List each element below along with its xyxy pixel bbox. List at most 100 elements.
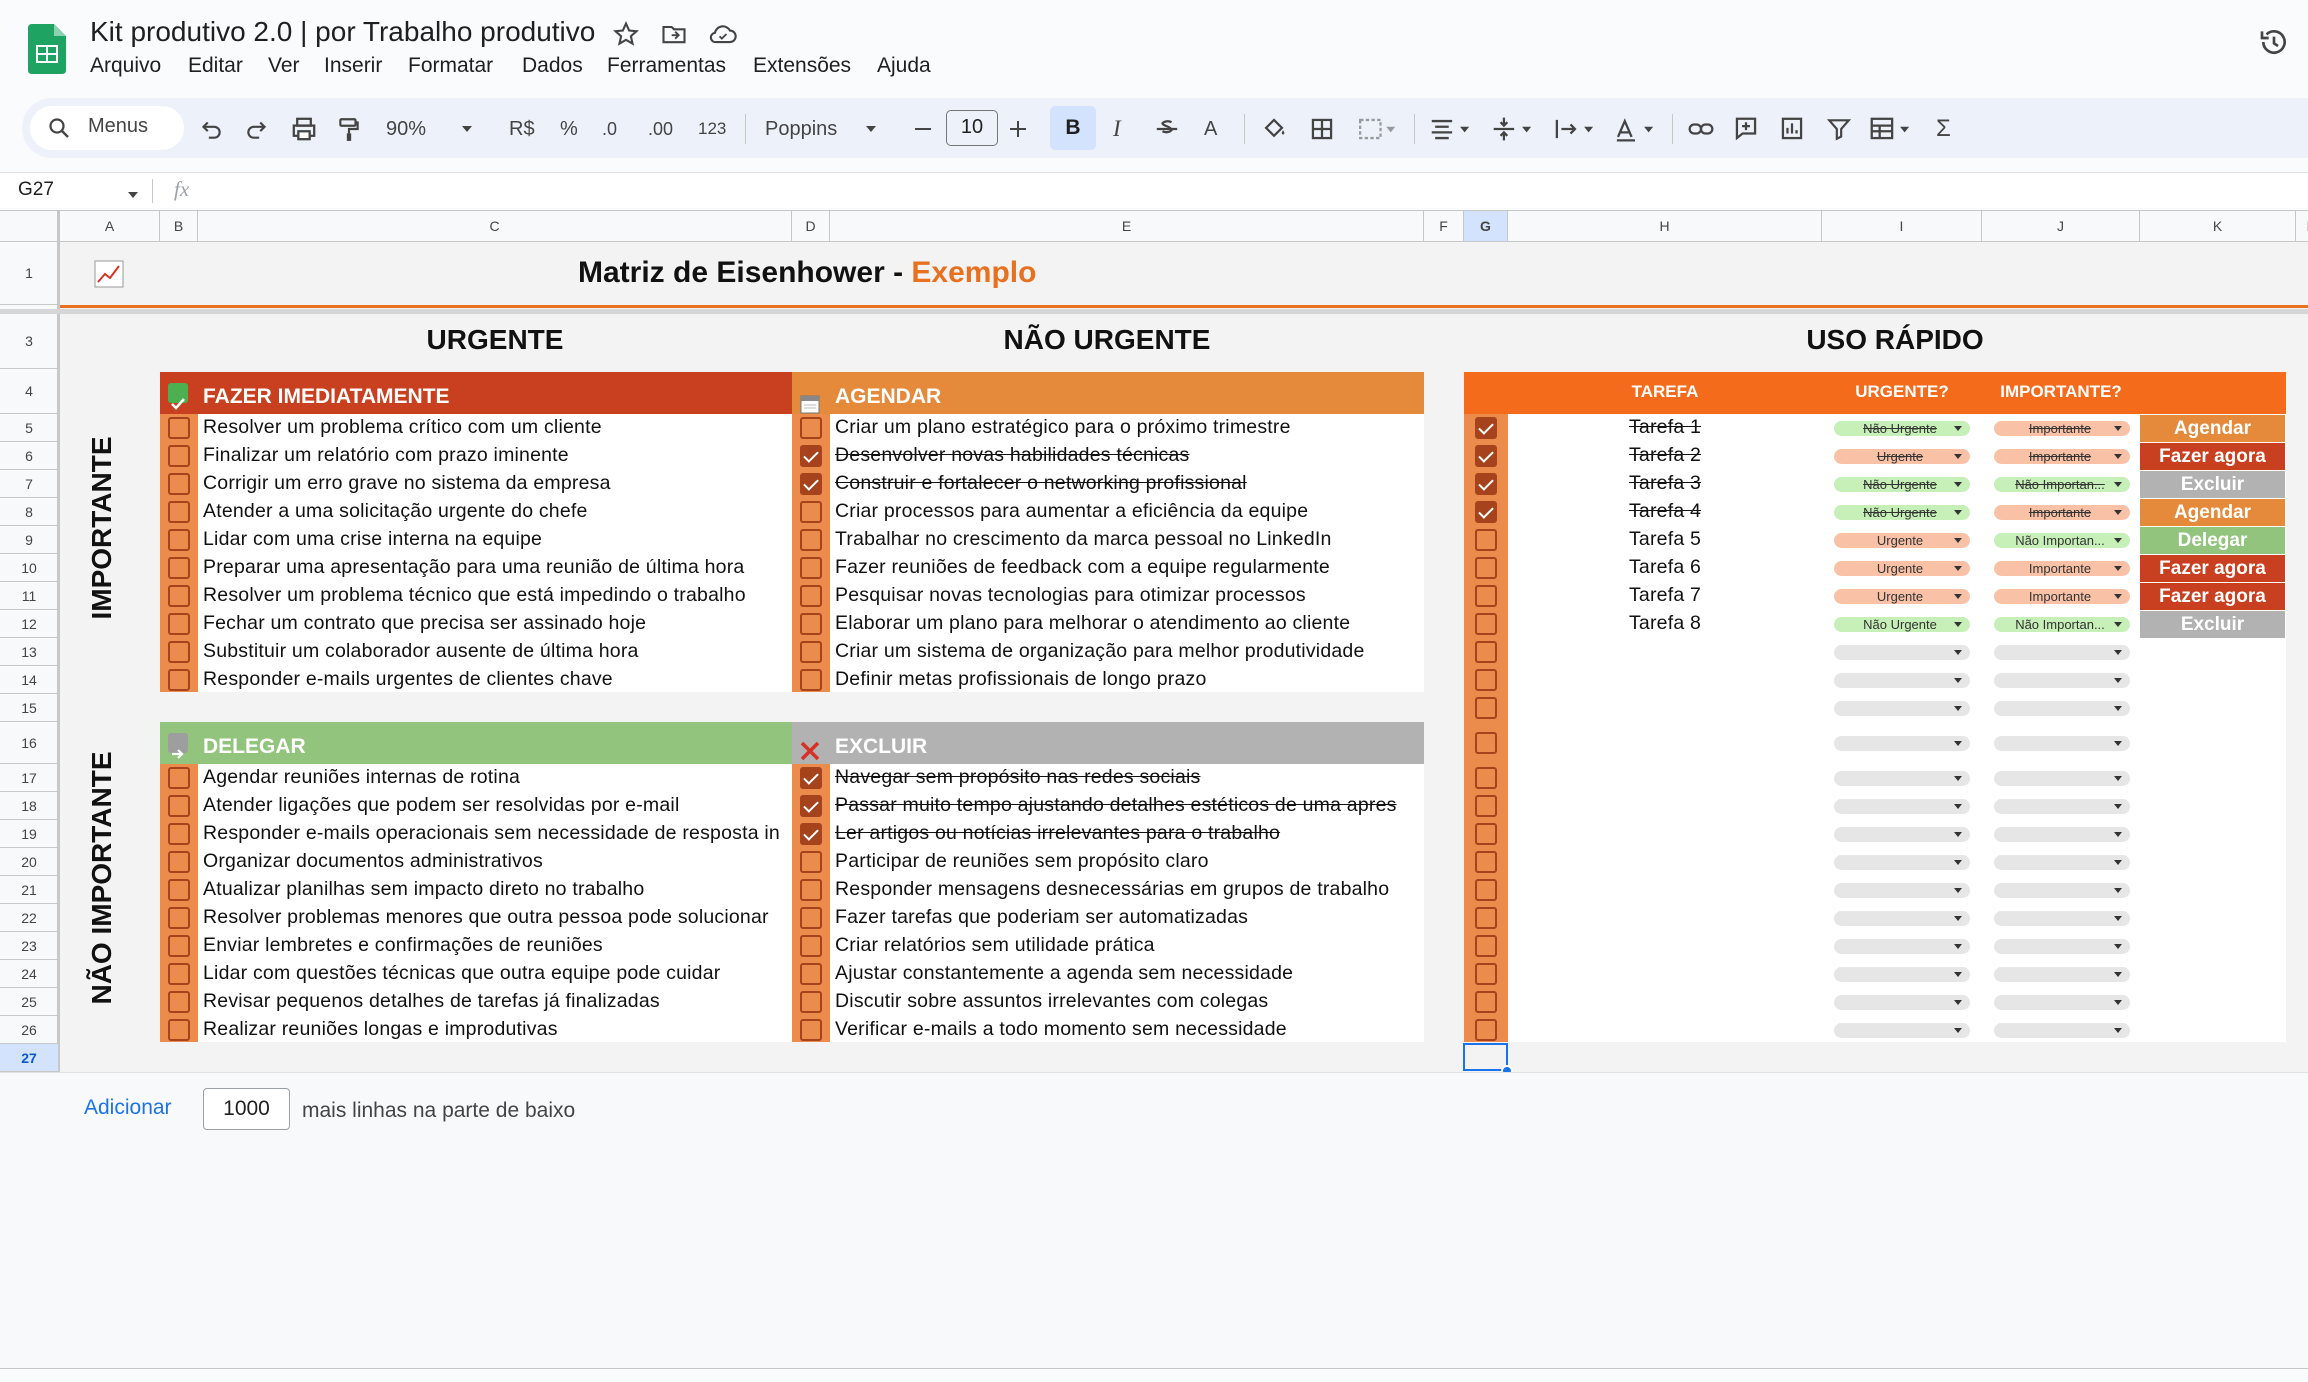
row-header-15[interactable]: 15 xyxy=(0,694,58,722)
quick-task-text[interactable]: Tarefa 2 xyxy=(1508,444,1822,467)
task-checkbox[interactable] xyxy=(800,585,822,607)
task-checkbox[interactable] xyxy=(800,473,822,495)
task-checkbox[interactable] xyxy=(800,795,822,817)
task-text[interactable]: Pesquisar novas tecnologias para otimiza… xyxy=(835,584,1423,607)
task-checkbox[interactable] xyxy=(168,851,190,873)
quick-checkbox[interactable] xyxy=(1475,445,1497,467)
task-text[interactable]: Criar um plano estratégico para o próxim… xyxy=(835,416,1423,439)
row-header-9[interactable]: 9 xyxy=(0,526,58,554)
font-select[interactable]: Poppins xyxy=(765,112,837,146)
task-checkbox[interactable] xyxy=(800,823,822,845)
column-header-h[interactable]: H xyxy=(1508,211,1822,241)
row-header-21[interactable]: 21 xyxy=(0,876,58,904)
important-dropdown[interactable] xyxy=(1994,827,2130,842)
row-header-25[interactable]: 25 xyxy=(0,988,58,1016)
row-header-1[interactable]: 1 xyxy=(0,242,58,305)
quick-task-text[interactable]: Tarefa 8 xyxy=(1508,612,1822,635)
row-header-5[interactable]: 5 xyxy=(0,414,58,442)
important-dropdown[interactable] xyxy=(1994,855,2130,870)
task-checkbox[interactable] xyxy=(800,557,822,579)
task-text[interactable]: Lidar com uma crise interna na equipe xyxy=(203,528,791,551)
quick-checkbox[interactable] xyxy=(1475,795,1497,817)
task-text[interactable]: Trabalhar no crescimento da marca pessoa… xyxy=(835,528,1423,551)
task-text[interactable]: Fechar um contrato que precisa ser assin… xyxy=(203,612,791,635)
task-checkbox[interactable] xyxy=(800,963,822,985)
row-header-27[interactable]: 27 xyxy=(0,1044,58,1072)
important-dropdown[interactable]: Importante xyxy=(1994,589,2130,604)
menu-formatar[interactable]: Formatar xyxy=(408,54,493,78)
task-checkbox[interactable] xyxy=(800,529,822,551)
urgent-dropdown[interactable]: Urgente xyxy=(1834,589,1970,604)
task-checkbox[interactable] xyxy=(168,585,190,607)
row-header-3[interactable]: 3 xyxy=(0,313,58,369)
task-text[interactable]: Desenvolver novas habilidades técnicas xyxy=(835,444,1423,467)
row-header-8[interactable]: 8 xyxy=(0,498,58,526)
quick-checkbox[interactable] xyxy=(1475,613,1497,635)
menu-ver[interactable]: Ver xyxy=(268,54,300,78)
task-checkbox[interactable] xyxy=(168,991,190,1013)
task-text[interactable]: Responder mensagens desnecessárias em gr… xyxy=(835,878,1423,901)
important-dropdown[interactable] xyxy=(1994,967,2130,982)
formula-input[interactable] xyxy=(214,173,2294,209)
urgent-dropdown[interactable] xyxy=(1834,673,1970,688)
task-text[interactable]: Substituir um colaborador ausente de últ… xyxy=(203,640,791,663)
zoom-select[interactable]: 90% xyxy=(386,112,426,146)
important-dropdown[interactable] xyxy=(1994,701,2130,716)
urgent-dropdown[interactable]: Não Urgente xyxy=(1834,421,1970,436)
task-text[interactable]: Navegar sem propósito nas redes sociais xyxy=(835,766,1423,789)
urgent-dropdown[interactable] xyxy=(1834,736,1970,751)
insert-comment-icon[interactable] xyxy=(1732,112,1760,146)
quick-task-text[interactable]: Tarefa 5 xyxy=(1508,528,1822,551)
cloud-saved-icon[interactable] xyxy=(708,20,738,48)
urgent-dropdown[interactable]: Não Urgente xyxy=(1834,617,1970,632)
urgent-dropdown[interactable] xyxy=(1834,939,1970,954)
important-dropdown[interactable] xyxy=(1994,799,2130,814)
row-header-6[interactable]: 6 xyxy=(0,442,58,470)
important-dropdown[interactable] xyxy=(1994,939,2130,954)
urgent-dropdown[interactable]: Não Urgente xyxy=(1834,505,1970,520)
important-dropdown[interactable] xyxy=(1994,1023,2130,1038)
task-text[interactable]: Atualizar planilhas sem impacto direto n… xyxy=(203,878,791,901)
star-icon[interactable] xyxy=(612,20,640,48)
task-checkbox[interactable] xyxy=(168,529,190,551)
merge-cells-icon[interactable] xyxy=(1356,112,1396,146)
row-header-14[interactable]: 14 xyxy=(0,666,58,694)
task-checkbox[interactable] xyxy=(800,907,822,929)
urgent-dropdown[interactable]: Urgente xyxy=(1834,561,1970,576)
quick-checkbox[interactable] xyxy=(1475,585,1497,607)
task-text[interactable]: Resolver um problema técnico que está im… xyxy=(203,584,791,607)
column-header-k[interactable]: K xyxy=(2140,211,2296,241)
task-checkbox[interactable] xyxy=(800,851,822,873)
row-header-7[interactable]: 7 xyxy=(0,470,58,498)
quick-checkbox[interactable] xyxy=(1475,935,1497,957)
add-rows-input[interactable]: 1000 xyxy=(203,1088,290,1130)
task-text[interactable]: Finalizar um relatório com prazo iminent… xyxy=(203,444,791,467)
quick-task-text[interactable]: Tarefa 7 xyxy=(1508,584,1822,607)
task-checkbox[interactable] xyxy=(168,907,190,929)
print-icon[interactable] xyxy=(290,112,318,146)
move-folder-icon[interactable] xyxy=(660,20,688,48)
insert-link-icon[interactable] xyxy=(1686,112,1716,146)
row-header-26[interactable]: 26 xyxy=(0,1016,58,1044)
horizontal-align-icon[interactable] xyxy=(1428,112,1474,146)
row-header-10[interactable]: 10 xyxy=(0,554,58,582)
undo-icon[interactable] xyxy=(198,112,224,146)
column-header-g[interactable]: G xyxy=(1464,211,1508,241)
task-text[interactable]: Enviar lembretes e confirmações de reuni… xyxy=(203,934,791,957)
row-header-18[interactable]: 18 xyxy=(0,792,58,820)
urgent-dropdown[interactable] xyxy=(1834,771,1970,786)
column-header-j[interactable]: J xyxy=(1982,211,2140,241)
row-header-22[interactable]: 22 xyxy=(0,904,58,932)
name-box[interactable]: G27 xyxy=(18,179,54,201)
row-header-16[interactable]: 16 xyxy=(0,722,58,764)
task-checkbox[interactable] xyxy=(800,767,822,789)
task-text[interactable]: Criar processos para aumentar a eficiênc… xyxy=(835,500,1423,523)
urgent-dropdown[interactable]: Urgente xyxy=(1834,533,1970,548)
urgent-dropdown[interactable] xyxy=(1834,911,1970,926)
important-dropdown[interactable] xyxy=(1994,736,2130,751)
quick-checkbox[interactable] xyxy=(1475,417,1497,439)
quick-checkbox[interactable] xyxy=(1475,1019,1497,1041)
row-header-12[interactable]: 12 xyxy=(0,610,58,638)
task-checkbox[interactable] xyxy=(168,823,190,845)
quick-checkbox[interactable] xyxy=(1475,991,1497,1013)
